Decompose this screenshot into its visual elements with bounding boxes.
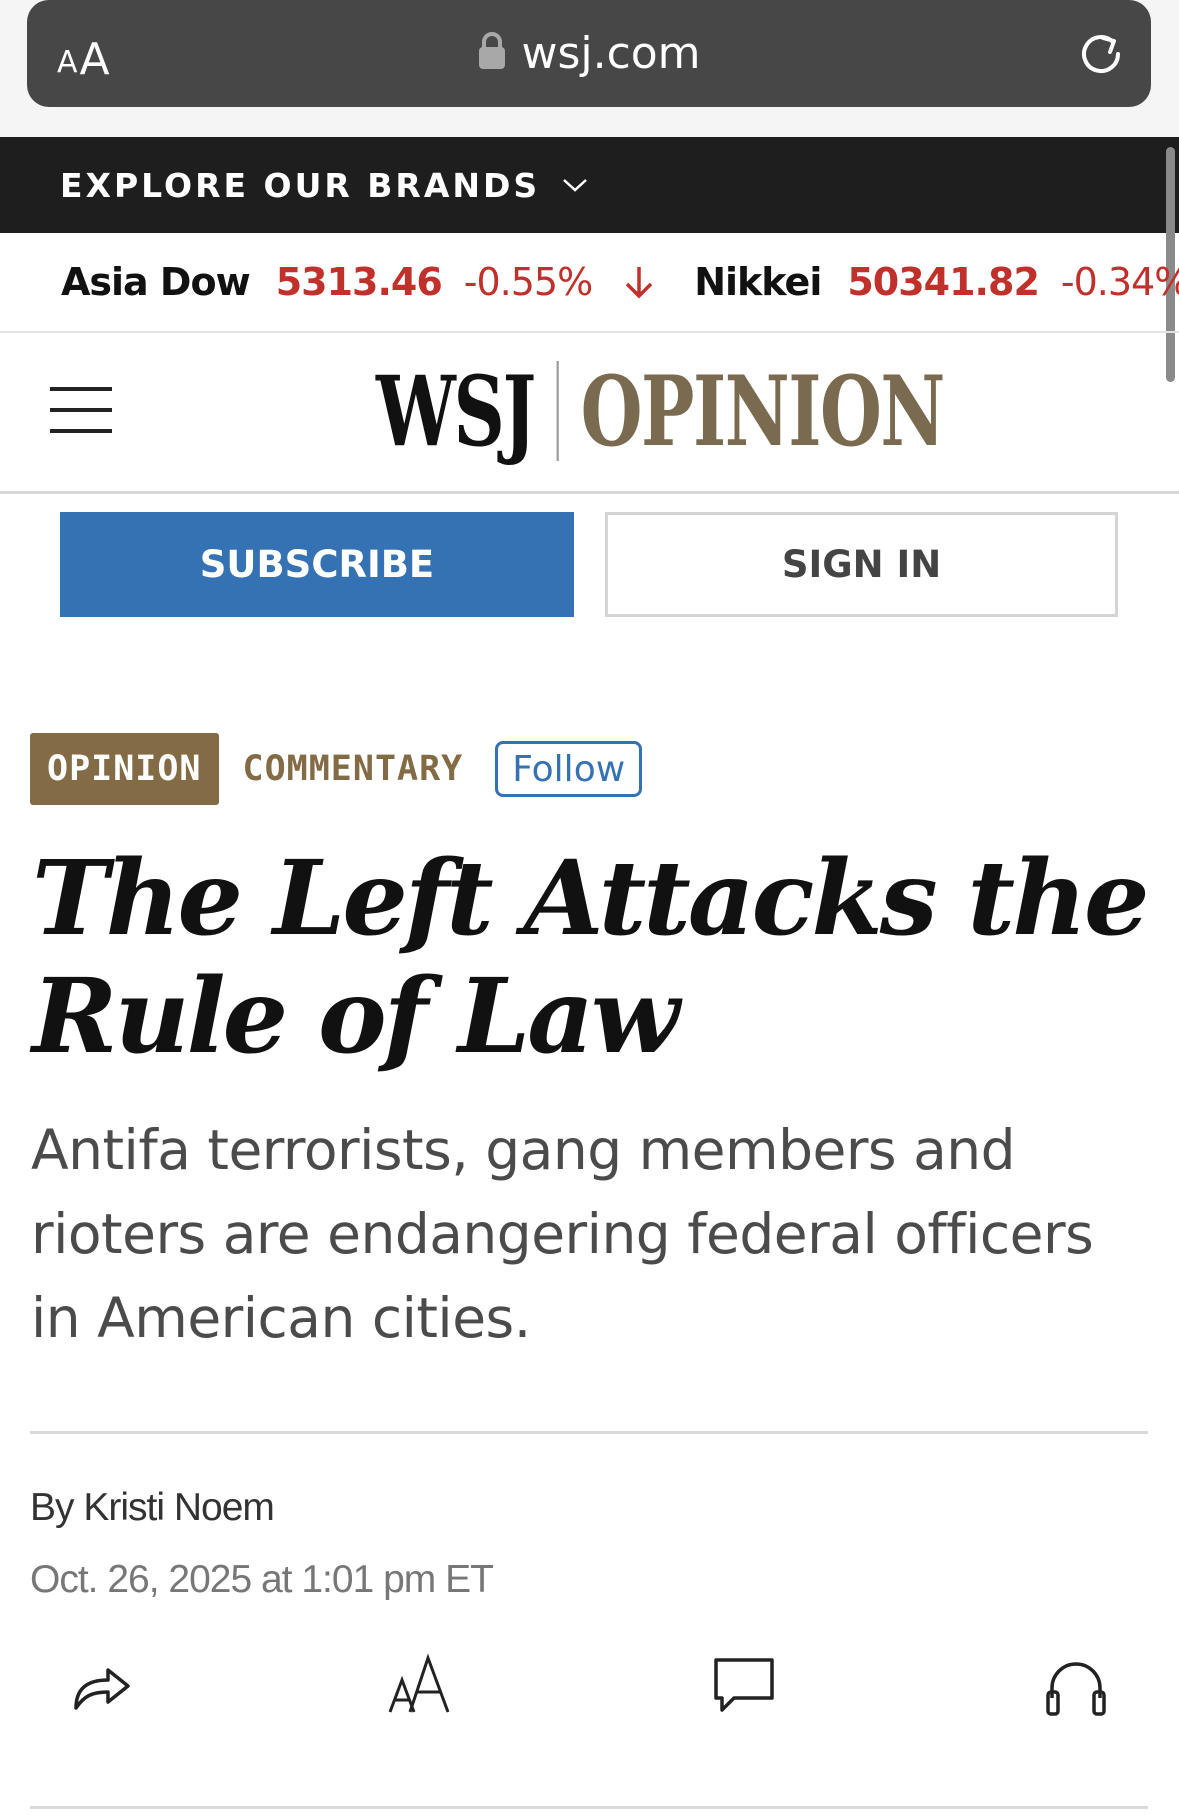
article-dek: Antifa terrorists, gang members and riot… bbox=[31, 1118, 1094, 1350]
divider bbox=[30, 1806, 1148, 1809]
dateline: Oct. 26, 2025 at 1:01 pm ET bbox=[30, 1558, 494, 1601]
article-tags: OPINION COMMENTARY Follow bbox=[30, 733, 643, 805]
chevron-down-icon bbox=[563, 179, 587, 192]
ticker-value: 50341.82 bbox=[847, 260, 1040, 304]
ticker-value: 5313.46 bbox=[275, 260, 443, 304]
subscribe-button[interactable]: SUBSCRIBE bbox=[60, 512, 574, 617]
follow-button[interactable]: Follow bbox=[495, 741, 643, 797]
ticker-change: -0.55% bbox=[463, 260, 593, 304]
lock-icon bbox=[479, 31, 506, 69]
section-badge[interactable]: OPINION bbox=[30, 733, 219, 805]
logo-section: OPINION bbox=[580, 354, 946, 468]
address-bar[interactable]: A A wsj.com bbox=[27, 0, 1151, 107]
text-size-icon[interactable] bbox=[386, 1650, 458, 1722]
browser-chrome: A A wsj.com bbox=[0, 0, 1179, 137]
masthead: WSJ OPINION bbox=[0, 333, 1179, 494]
logo-wsj: WSJ bbox=[376, 354, 536, 468]
reload-icon[interactable] bbox=[1075, 28, 1127, 80]
ticker-change: -0.34% bbox=[1060, 260, 1179, 304]
share-icon[interactable] bbox=[66, 1650, 138, 1722]
explore-brands-label: EXPLORE OUR BRANDS bbox=[60, 165, 541, 205]
comment-icon[interactable] bbox=[708, 1650, 780, 1722]
market-ticker[interactable]: Asia Dow 5313.46 -0.55% Nikkei 50341.82 … bbox=[0, 233, 1179, 333]
brands-bar[interactable]: EXPLORE OUR BRANDS bbox=[0, 137, 1179, 233]
category-label[interactable]: COMMENTARY bbox=[243, 749, 464, 789]
wsj-opinion-logo[interactable]: WSJ OPINION bbox=[376, 354, 946, 468]
headphones-icon[interactable] bbox=[1040, 1650, 1112, 1722]
sign-in-button[interactable]: SIGN IN bbox=[605, 512, 1118, 617]
ticker-name: Nikkei bbox=[694, 260, 822, 304]
divider bbox=[30, 1431, 1148, 1434]
url-text: wsj.com bbox=[521, 28, 701, 79]
explore-brands-toggle[interactable]: EXPLORE OUR BRANDS bbox=[60, 137, 588, 233]
logo-divider bbox=[556, 361, 559, 461]
article-headline: The Left Attacks the Rule of Law bbox=[32, 838, 1150, 1077]
ticker-name: Asia Dow bbox=[61, 260, 251, 304]
byline[interactable]: By Kristi Noem bbox=[30, 1486, 275, 1530]
url-display[interactable]: wsj.com bbox=[27, 0, 1151, 107]
arrow-down-icon bbox=[625, 267, 653, 299]
ticker-row: Asia Dow 5313.46 -0.55% Nikkei 50341.82 … bbox=[61, 233, 1179, 331]
hamburger-menu-icon[interactable] bbox=[50, 385, 112, 435]
